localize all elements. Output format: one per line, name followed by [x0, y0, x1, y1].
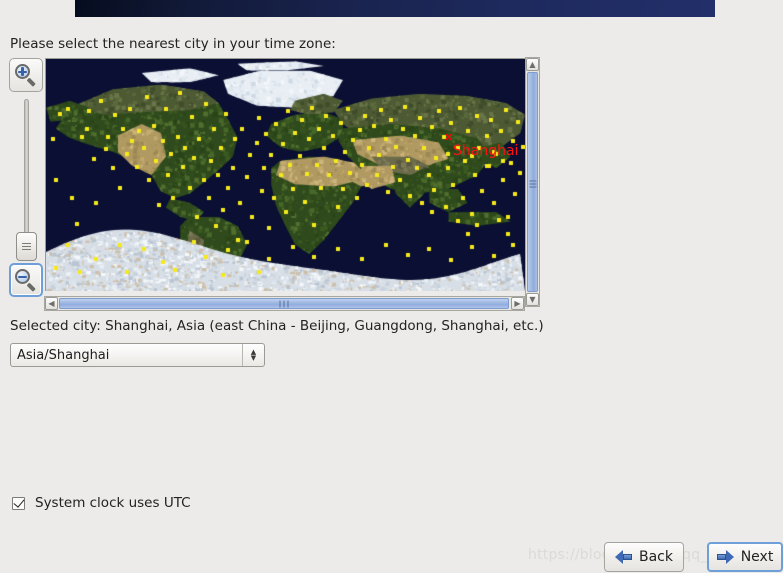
utc-checkbox-row[interactable]: System clock uses UTC — [12, 495, 191, 511]
timezone-map-widget[interactable]: x Shanghai ▲ ▼ ◀ ▶ — [44, 57, 540, 311]
check-icon — [13, 495, 25, 508]
zoom-out-button[interactable] — [9, 263, 43, 297]
scrollbar-grip-icon — [529, 179, 536, 188]
scroll-right-button[interactable]: ▶ — [511, 297, 524, 310]
horizontal-scrollbar-thumb[interactable] — [59, 298, 509, 309]
combobox-arrows-icon[interactable]: ▲ ▼ — [242, 344, 264, 366]
map-vertical-scrollbar[interactable]: ▲ ▼ — [525, 57, 540, 307]
scrollbar-grip-icon — [279, 300, 289, 307]
selected-city-text: Selected city: Shanghai, Asia (east Chin… — [10, 318, 544, 334]
scroll-down-button[interactable]: ▼ — [526, 293, 539, 306]
arrow-left-icon — [615, 550, 632, 564]
scroll-up-button[interactable]: ▲ — [526, 58, 539, 71]
timezone-selected-value: Asia/Shanghai — [17, 347, 110, 363]
arrow-right-icon — [716, 550, 734, 564]
chevron-left-icon: ◀ — [48, 299, 55, 308]
page-title: Please select the nearest city in your t… — [10, 36, 336, 52]
vertical-scrollbar-thumb[interactable] — [527, 72, 538, 292]
zoom-slider-track[interactable] — [24, 99, 29, 239]
chevron-up-icon: ▲ — [529, 60, 536, 69]
scroll-left-button[interactable]: ◀ — [45, 297, 58, 310]
chevron-down-icon: ▼ — [529, 295, 536, 304]
map-horizontal-scrollbar[interactable]: ◀ ▶ — [44, 296, 525, 311]
utc-checkbox[interactable] — [12, 495, 25, 510]
zoom-slider-handle[interactable] — [16, 232, 37, 261]
header-banner — [75, 0, 715, 17]
chevron-right-icon: ▶ — [514, 299, 521, 308]
map-viewport[interactable]: x Shanghai — [45, 58, 525, 291]
utc-checkbox-label: System clock uses UTC — [35, 495, 191, 511]
back-button-label: Back — [639, 549, 673, 565]
next-button[interactable]: Next — [707, 542, 783, 572]
magnifier-plus-icon — [14, 63, 38, 87]
world-map-image[interactable] — [46, 59, 525, 291]
chevron-down-icon: ▼ — [250, 354, 257, 362]
magnifier-minus-icon — [14, 268, 38, 292]
back-button[interactable]: Back — [604, 542, 684, 572]
slider-grip-icon — [22, 241, 31, 252]
timezone-select[interactable]: Asia/Shanghai ▲ ▼ — [10, 343, 265, 367]
next-button-label: Next — [740, 549, 774, 565]
zoom-in-button[interactable] — [9, 58, 43, 92]
